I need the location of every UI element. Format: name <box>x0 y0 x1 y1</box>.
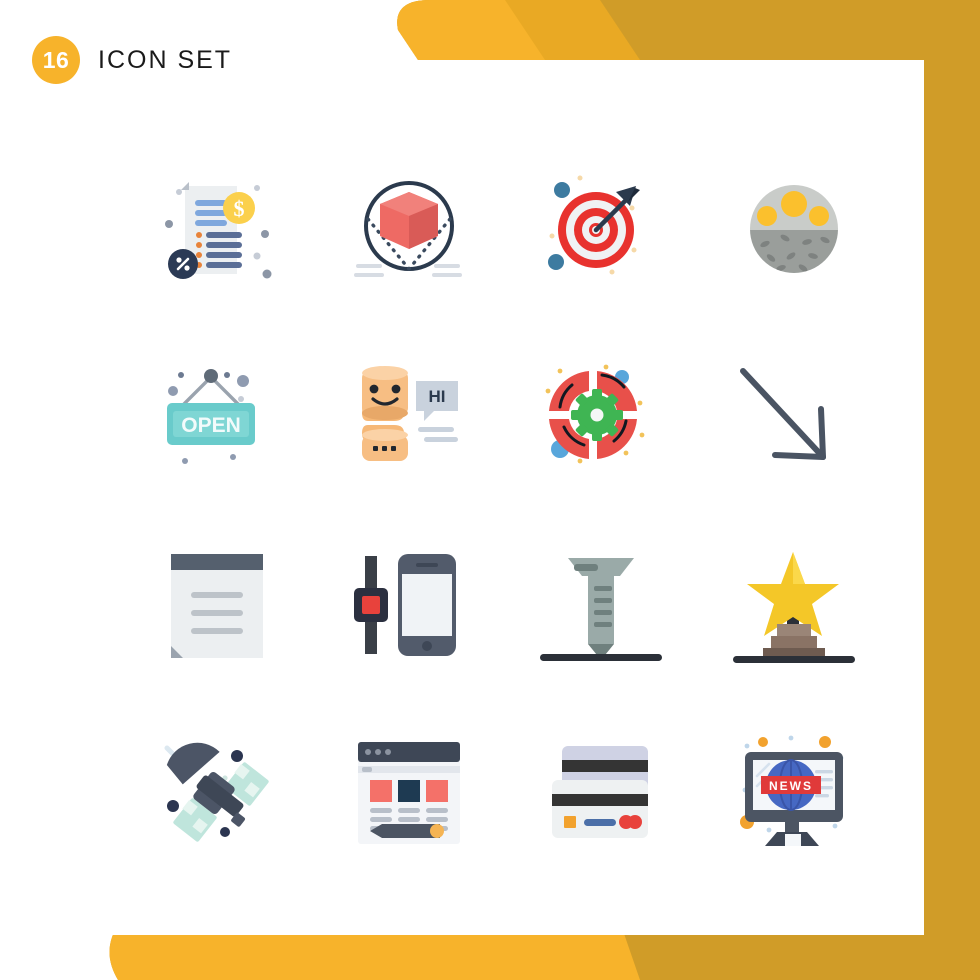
settings-target-icon <box>545 364 645 464</box>
web-design-icon <box>357 742 460 844</box>
diagonal-arrow-icon <box>739 368 826 460</box>
icon-cell-6[interactable]: HI <box>313 323 506 511</box>
icon-cell-7[interactable] <box>505 323 698 511</box>
3d-cube-icon <box>353 181 462 277</box>
financial-document-icon: $ <box>165 182 272 279</box>
top-banner-group <box>397 0 980 60</box>
icon-cell-2[interactable] <box>313 135 506 323</box>
icon-cell-3[interactable] <box>505 135 698 323</box>
icon-cell-13[interactable] <box>120 699 313 887</box>
open-sign-text: OPEN <box>181 414 241 437</box>
icon-cell-1[interactable]: $ <box>120 135 313 323</box>
page-title: Icon Set <box>98 45 233 74</box>
open-sign-icon: OPEN <box>167 369 256 464</box>
icon-cell-10[interactable] <box>313 511 506 699</box>
icon-cell-8[interactable] <box>698 323 891 511</box>
icon-cell-4[interactable] <box>698 135 891 323</box>
smartwatch-phone-icon <box>353 554 456 656</box>
icon-count-badge: 16 <box>32 36 80 84</box>
poster-stage: 16 Icon Set <box>0 0 980 980</box>
target-arrow-icon <box>548 175 641 275</box>
icon-cell-16[interactable]: NEWS <box>698 699 891 887</box>
chat-bubble-text: HI <box>428 387 445 406</box>
document-note-icon <box>171 554 264 658</box>
poster-header: 16 Icon Set <box>32 36 232 84</box>
news-monitor-icon: NEWS <box>739 735 844 846</box>
chatbot-icon: HI <box>361 366 458 461</box>
screw-icon <box>540 558 663 661</box>
icon-cell-5[interactable]: OPEN <box>120 323 313 511</box>
icon-grid: $ OPEN HI NEWS <box>120 135 890 887</box>
star-trophy-icon <box>732 552 855 663</box>
icon-cell-14[interactable] <box>313 699 506 887</box>
icon-cell-15[interactable] <box>505 699 698 887</box>
icon-cell-11[interactable] <box>505 511 698 699</box>
icon-cell-9[interactable] <box>120 511 313 699</box>
svg-text:$: $ <box>234 196 245 221</box>
news-banner-text: NEWS <box>769 779 813 793</box>
frying-eggs-icon <box>749 185 838 273</box>
icon-cell-12[interactable] <box>698 511 891 699</box>
credit-cards-icon <box>552 746 649 838</box>
satellite-icon <box>164 742 269 842</box>
right-banner <box>924 32 980 948</box>
